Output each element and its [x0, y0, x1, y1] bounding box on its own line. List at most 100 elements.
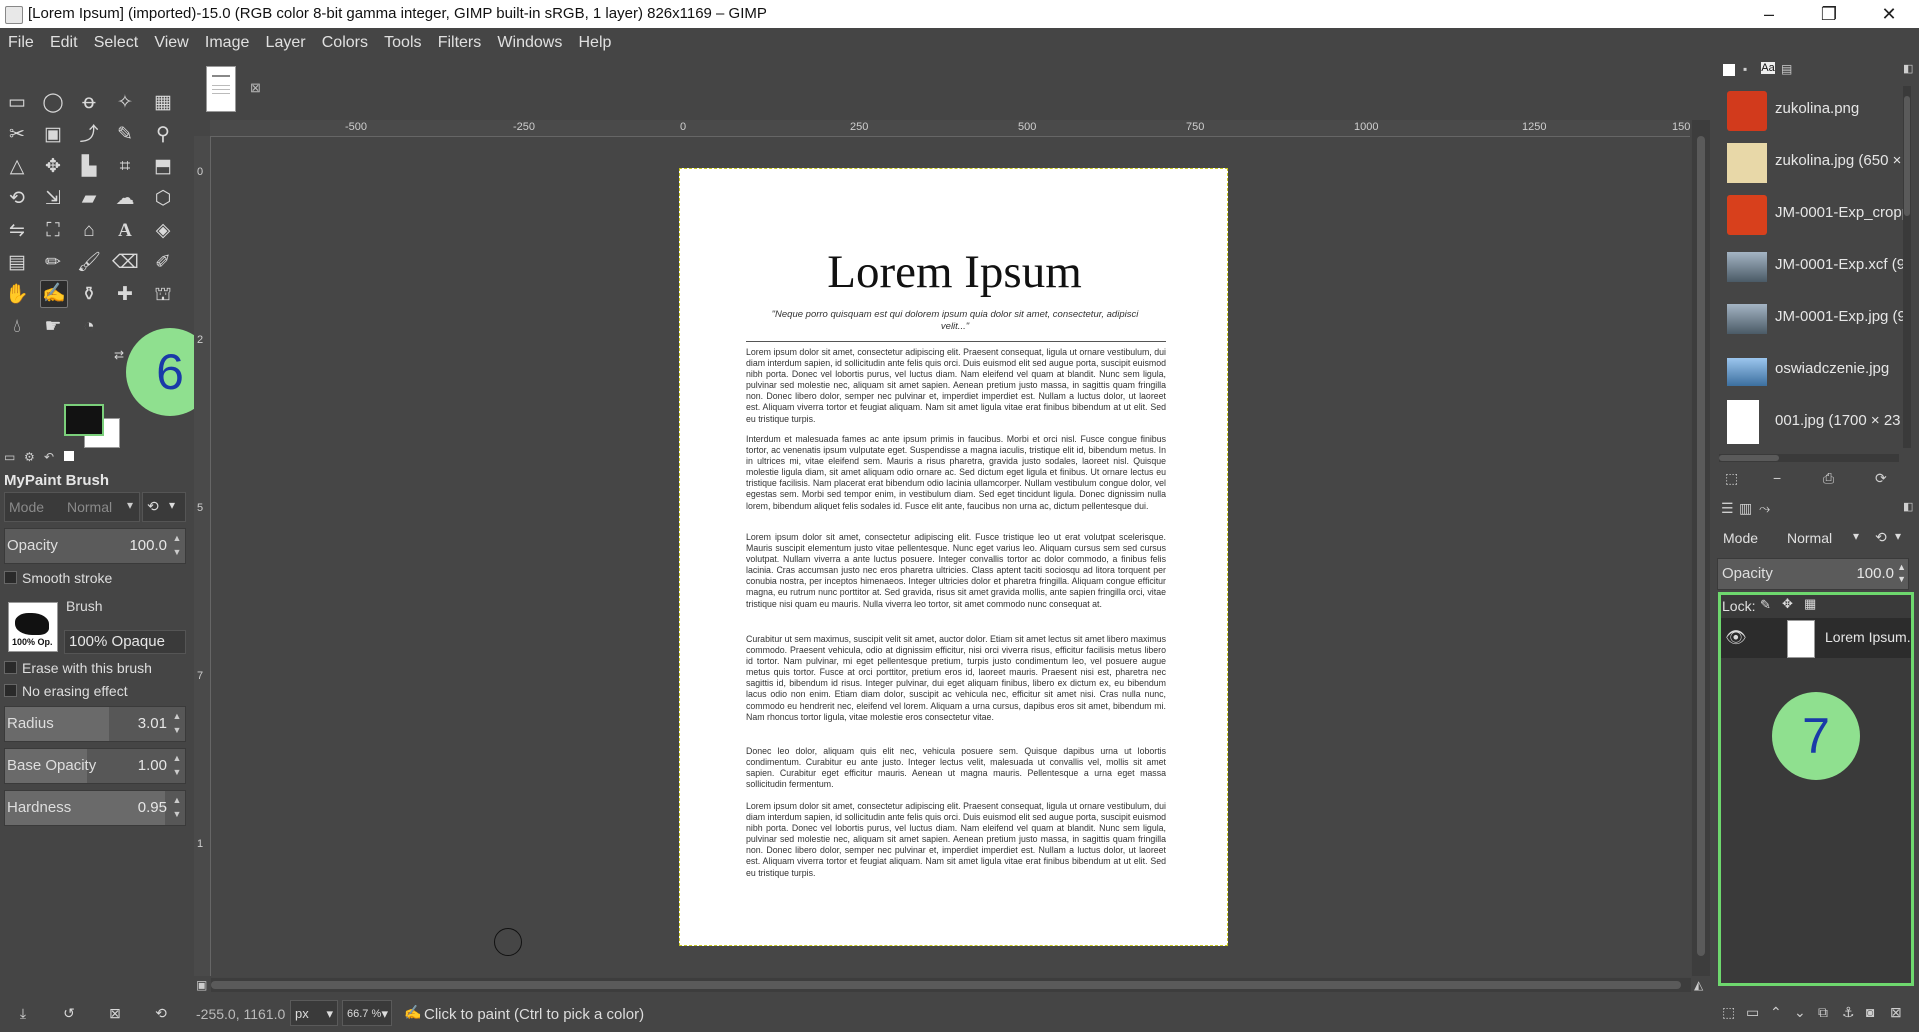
image-list-item[interactable]: JM-0001-Exp.xcf (93: [1715, 242, 1905, 292]
menu-windows[interactable]: Windows: [491, 28, 568, 58]
horizontal-scrollbar[interactable]: [211, 978, 1691, 992]
brush-name-field[interactable]: 100% Opaque: [64, 630, 186, 654]
unified-transform-icon[interactable]: ⬒: [150, 154, 176, 180]
quick-mask-icon[interactable]: ▣: [196, 978, 207, 992]
crop-icon[interactable]: ⌗: [112, 154, 138, 180]
bucket-fill-icon[interactable]: ◈: [150, 218, 176, 244]
paintbrush-icon[interactable]: 🖌︎: [76, 250, 102, 276]
pencil-icon[interactable]: ✏: [40, 250, 66, 276]
image-list-item[interactable]: oswiadczenie.jpg: [1715, 346, 1905, 396]
flip-icon[interactable]: ⇋: [4, 218, 30, 244]
align-icon[interactable]: ▙: [76, 154, 102, 180]
layer-row[interactable]: 👁︎ Lorem Ipsum.: [1721, 618, 1911, 658]
configure-tab-icon[interactable]: ◧: [1903, 62, 1913, 75]
mode-dropdown[interactable]: Mode Normal ▾: [4, 492, 140, 522]
smudge-wrench-icon[interactable]: ⌂: [76, 218, 102, 244]
raise-layer-icon[interactable]: ⌃: [1770, 1004, 1782, 1021]
scale-icon[interactable]: ⇲: [40, 186, 66, 212]
opacity-slider[interactable]: Opacity 100.0 ▲ ▼: [4, 528, 186, 564]
erase-with-brush-checkbox[interactable]: Erase with this brush: [4, 660, 152, 676]
vertical-ruler[interactable]: 0 2 5 7 1: [194, 136, 211, 976]
images-hscrollbar[interactable]: [1719, 454, 1899, 462]
lower-layer-icon[interactable]: ⌄: [1794, 1004, 1806, 1021]
move-icon[interactable]: ✥: [40, 154, 66, 180]
menu-edit[interactable]: Edit: [44, 28, 84, 58]
mode-reset-button[interactable]: ⟲ ▾: [142, 492, 186, 522]
vertical-scrollbar[interactable]: [1692, 120, 1710, 976]
scrollbar-thumb[interactable]: [1719, 455, 1779, 461]
minimize-button[interactable]: –: [1740, 0, 1798, 28]
zoom-dropdown[interactable]: 66.7 % ▾: [342, 1000, 392, 1026]
layer-mask-icon[interactable]: ◙: [1866, 1004, 1874, 1020]
spin-buttons[interactable]: ▲ ▼: [171, 531, 183, 559]
hardness-slider[interactable]: Hardness 0.95 ▲ ▼: [4, 790, 186, 826]
mypaint-brush-icon[interactable]: ✍: [40, 280, 68, 308]
navigate-icon[interactable]: ◭: [1694, 978, 1703, 992]
paths-tab-icon[interactable]: ⤳: [1759, 500, 1770, 517]
fonts-tab-icon[interactable]: Aa: [1761, 62, 1775, 74]
cage-transform-icon[interactable]: ⛶: [40, 218, 66, 244]
close-tab-icon[interactable]: ⊠: [250, 80, 261, 96]
anchor-layer-icon[interactable]: ⚓︎: [1842, 1004, 1855, 1021]
patterns-tab-icon[interactable]: ▪: [1743, 62, 1747, 76]
ellipse-select-icon[interactable]: ◯: [40, 90, 66, 116]
print-image-icon[interactable]: ⎙: [1823, 470, 1834, 487]
maximize-button[interactable]: ❐: [1800, 0, 1858, 28]
menu-colors[interactable]: Colors: [316, 28, 374, 58]
image-list-item[interactable]: JM-0001-Exp.jpg (96: [1715, 294, 1905, 344]
layers-tab-icon[interactable]: ☰: [1721, 500, 1734, 517]
images-scrollbar[interactable]: [1903, 86, 1911, 448]
menu-select[interactable]: Select: [88, 28, 144, 58]
lock-alpha-icon[interactable]: ▦: [1804, 596, 1816, 612]
smooth-stroke-checkbox[interactable]: Smooth stroke: [4, 570, 112, 586]
menu-image[interactable]: Image: [199, 28, 255, 58]
heal-icon[interactable]: ✚: [112, 282, 138, 308]
rect-select-icon[interactable]: ▭: [4, 90, 30, 116]
foreground-color-swatch[interactable]: [64, 404, 104, 436]
images-tab-icon[interactable]: [64, 451, 74, 461]
menu-file[interactable]: File: [2, 28, 40, 58]
fuzzy-select-icon[interactable]: ✧: [112, 90, 138, 116]
undo-history-tab-icon[interactable]: ↶: [44, 450, 54, 464]
scrollbar-thumb[interactable]: [211, 981, 1681, 989]
select-by-color-icon[interactable]: ▦: [150, 90, 176, 116]
new-layer-icon[interactable]: ▭: [1746, 1004, 1759, 1021]
paths-icon[interactable]: ⤴: [76, 122, 102, 148]
foreground-select-icon[interactable]: ▣: [40, 122, 66, 148]
configure-tab-icon[interactable]: ◧: [1903, 500, 1913, 513]
delete-image-icon[interactable]: −: [1773, 470, 1781, 486]
layer-opacity-slider[interactable]: Opacity 100.0 ▲ ▼: [1717, 558, 1909, 590]
delete-layer-icon[interactable]: ⊠: [1890, 1004, 1902, 1021]
image-tab-thumbnail[interactable]: [206, 66, 236, 112]
zoom-icon[interactable]: ⚲: [150, 122, 176, 148]
brush-preview[interactable]: 100% Op.: [8, 602, 58, 652]
lock-pixels-icon[interactable]: ✎: [1760, 597, 1771, 613]
image-list-item[interactable]: zukolina.png: [1715, 86, 1905, 136]
image-list-item[interactable]: zukolina.jpg (650 × 7: [1715, 138, 1905, 188]
brushes-tab-icon[interactable]: [1723, 64, 1735, 76]
close-button[interactable]: ✕: [1860, 0, 1918, 28]
open-image-icon[interactable]: ⬚: [1725, 470, 1738, 487]
eye-icon[interactable]: 👁︎: [1725, 628, 1747, 648]
perspective-clone-icon[interactable]: ⛫: [150, 282, 176, 308]
dodge-burn-icon[interactable]: ◔: [76, 314, 102, 340]
text-tool-icon[interactable]: A: [112, 218, 138, 244]
menu-layer[interactable]: Layer: [260, 28, 312, 58]
menu-filters[interactable]: Filters: [432, 28, 488, 58]
airbrush-icon[interactable]: ✐: [150, 250, 176, 276]
layer-mode-reset-button[interactable]: ⟲ ▾: [1871, 524, 1909, 552]
save-tool-preset-icon[interactable]: ⤓: [10, 1000, 36, 1026]
eraser-icon[interactable]: ⌫: [112, 250, 139, 276]
smudge-icon[interactable]: ☛: [40, 314, 66, 340]
scissors-icon[interactable]: ✂: [4, 122, 30, 148]
clone-icon[interactable]: ⚱: [76, 282, 102, 308]
horizontal-ruler[interactable]: -500 -250 0 250 500 750 1000 1250 150: [210, 120, 1690, 137]
spin-buttons[interactable]: ▲ ▼: [171, 793, 183, 821]
unit-dropdown[interactable]: px ▾: [290, 1000, 338, 1026]
restore-tool-preset-icon[interactable]: ↺: [56, 1000, 82, 1026]
menu-view[interactable]: View: [148, 28, 194, 58]
blur-icon[interactable]: 💧︎: [4, 314, 30, 340]
color-picker-icon[interactable]: ✎: [112, 122, 138, 148]
document-history-tab-icon[interactable]: ▤: [1781, 62, 1792, 76]
tool-options-tab-icon[interactable]: ▭: [4, 450, 15, 464]
